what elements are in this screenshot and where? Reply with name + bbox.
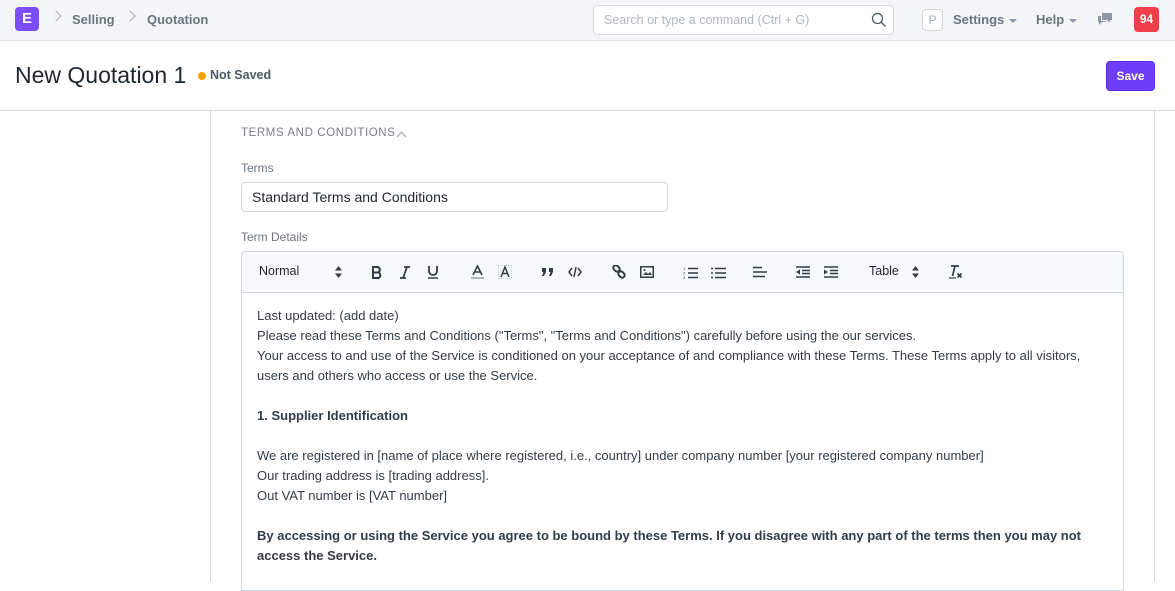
- editor-paragraph: Last updated: (add date): [257, 308, 399, 323]
- page-head: New Quotation 1 Not Saved Save: [0, 41, 1175, 111]
- blockquote-button[interactable]: [538, 263, 556, 281]
- text-color-button[interactable]: [468, 263, 486, 281]
- code-icon: [568, 267, 582, 277]
- ordered-list-button[interactable]: 123: [681, 263, 699, 281]
- breadcrumb-quotation[interactable]: Quotation: [147, 12, 208, 27]
- italic-button[interactable]: [396, 263, 414, 281]
- user-avatar[interactable]: P: [922, 9, 943, 31]
- editor-paragraph: [257, 386, 1108, 406]
- term-details-editor: Normal 1 2 3 Table Last updated: (add da…: [241, 251, 1124, 591]
- editor-paragraph: Please read these Terms and Conditions (…: [257, 328, 917, 343]
- editor-heading: 1. Supplier Identification: [257, 408, 408, 423]
- app-logo[interactable]: E: [15, 7, 39, 31]
- search-box: [593, 5, 894, 35]
- editor-paragraph: [257, 506, 1108, 526]
- background-color-icon: [498, 265, 512, 279]
- bold-icon: [372, 265, 382, 279]
- clear-format-button[interactable]: [946, 263, 964, 281]
- chevron-right-icon: [124, 10, 136, 22]
- editor-paragraph: Your access to and use of the Service is…: [257, 348, 1081, 383]
- underline-button[interactable]: [424, 263, 442, 281]
- terms-section: TERMS AND CONDITIONS Terms Term Details …: [210, 111, 1155, 591]
- search-input[interactable]: [594, 6, 864, 34]
- outdent-button[interactable]: [794, 263, 812, 281]
- editor-content[interactable]: Last updated: (add date) Please read the…: [242, 293, 1123, 566]
- bullet-list-button[interactable]: [709, 263, 727, 281]
- align-left-icon: [753, 266, 767, 278]
- caret-down-icon: [1009, 18, 1018, 23]
- chevron-right-icon: [50, 10, 62, 22]
- header-format-select[interactable]: Normal: [259, 264, 299, 278]
- select-arrows-icon: [912, 266, 919, 278]
- editor-paragraph: Out VAT number is [VAT number]: [257, 488, 448, 503]
- page-title: New Quotation 1: [15, 62, 187, 88]
- help-label: Help: [1036, 12, 1065, 27]
- align-button[interactable]: [751, 263, 769, 281]
- image-button[interactable]: [638, 263, 656, 281]
- search-icon[interactable]: [871, 12, 887, 28]
- bullet-list-icon: [710, 267, 726, 278]
- indent-button[interactable]: [822, 263, 840, 281]
- underline-icon: [428, 266, 438, 279]
- editor-paragraph: Our trading address is [trading address]…: [257, 468, 489, 483]
- navbar: E Selling Quotation P Settings Help 94: [0, 0, 1175, 41]
- ordered-list-icon: 123: [683, 266, 698, 279]
- help-dropdown[interactable]: Help: [1036, 12, 1078, 27]
- term-details-label: Term Details: [241, 230, 308, 244]
- link-button[interactable]: [610, 263, 628, 281]
- quote-icon: [541, 268, 553, 276]
- italic-icon: [400, 265, 410, 279]
- text-color-icon: [470, 265, 484, 279]
- section-title[interactable]: TERMS AND CONDITIONS: [241, 127, 395, 139]
- terms-label: Terms: [241, 161, 274, 175]
- outdent-icon: [796, 266, 810, 278]
- terms-field[interactable]: [241, 182, 668, 212]
- editor-paragraph: [257, 426, 1108, 446]
- status-badge: Not Saved: [210, 68, 272, 82]
- notification-badge[interactable]: 94: [1134, 7, 1159, 32]
- caret-down-icon: [1069, 18, 1078, 23]
- link-icon: [612, 265, 626, 279]
- image-icon: [640, 266, 654, 278]
- indent-icon: [824, 266, 838, 278]
- chevron-up-icon[interactable]: [396, 130, 407, 138]
- svg-text:3: 3: [683, 275, 686, 279]
- settings-dropdown[interactable]: Settings: [953, 12, 1018, 27]
- code-block-button[interactable]: [566, 263, 584, 281]
- breadcrumb-selling[interactable]: Selling: [72, 12, 115, 27]
- chat-icon[interactable]: [1097, 12, 1113, 26]
- background-color-button[interactable]: [496, 263, 514, 281]
- select-arrows-icon: [335, 266, 342, 278]
- save-button[interactable]: Save: [1106, 61, 1155, 91]
- clear-format-icon: [948, 265, 962, 279]
- editor-paragraph-bold: By accessing or using the Service you ag…: [257, 528, 1082, 563]
- status-indicator-dot: [198, 72, 206, 80]
- settings-label: Settings: [953, 12, 1005, 27]
- editor-toolbar: Normal 1 2 3 Table: [242, 252, 1123, 293]
- editor-paragraph: We are registered in [name of place wher…: [257, 448, 984, 463]
- bold-button[interactable]: [368, 263, 386, 281]
- table-select[interactable]: Table: [869, 264, 899, 278]
